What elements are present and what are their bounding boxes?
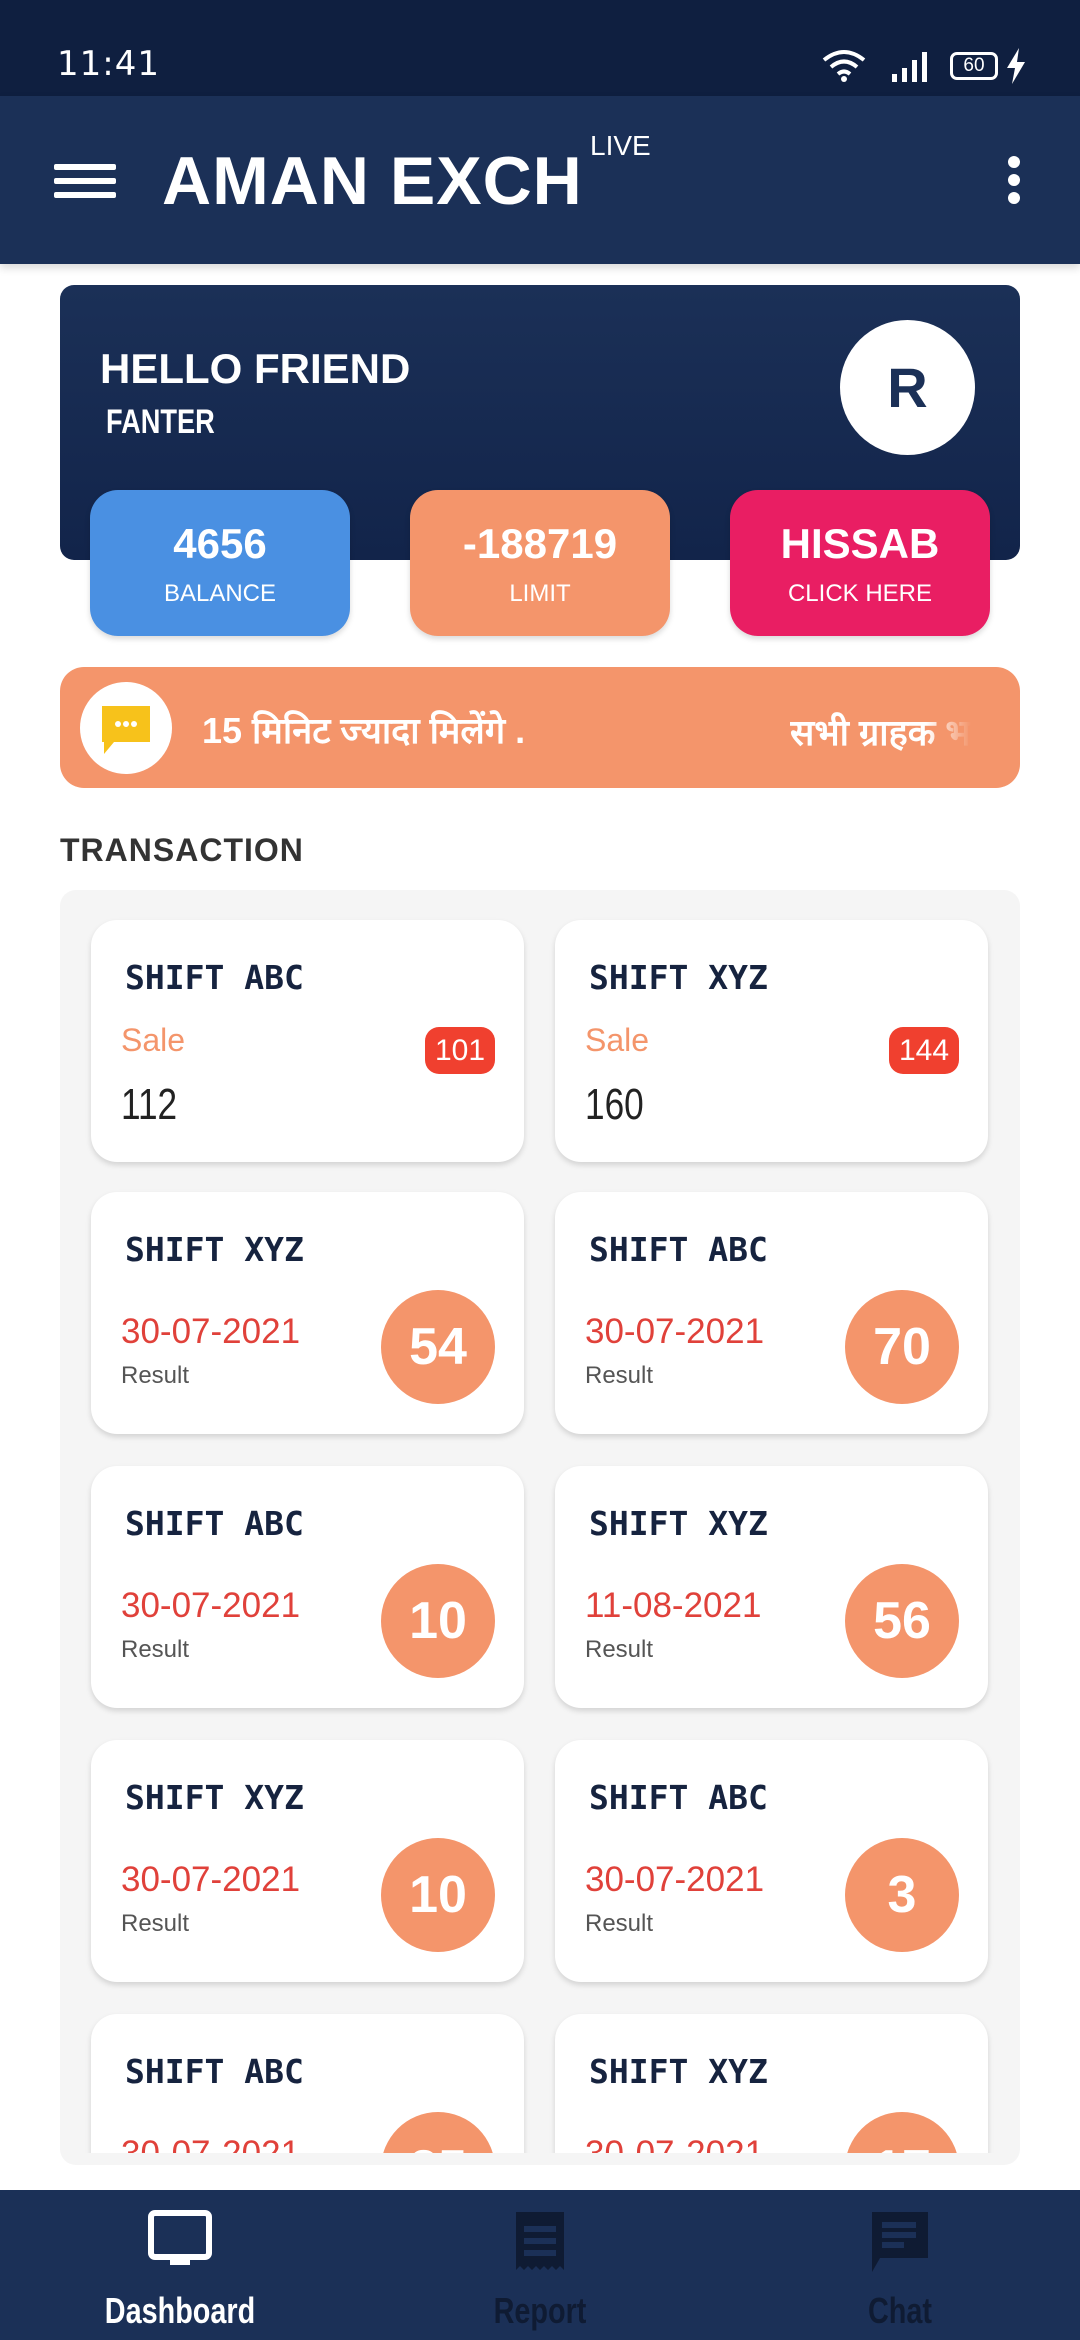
transaction-list[interactable]: SHIFT ABC Sale 112 101 SHIFT XYZ Sale 160…	[60, 890, 1020, 2153]
result-number: 17	[845, 2112, 959, 2153]
result-number: 10	[381, 1838, 495, 1952]
live-label: LIVE	[590, 130, 651, 161]
sale-label: Sale	[585, 1022, 650, 1058]
signal-icon	[892, 52, 927, 82]
app-bar: AMAN EXCH LIVE	[0, 96, 1080, 264]
result-label: Result	[585, 1636, 654, 1663]
result-date: 30-07-2021	[121, 1312, 301, 1351]
monitor-icon	[148, 2210, 212, 2265]
result-date: 30-07-2021	[585, 1312, 765, 1351]
result-number: 54	[381, 1290, 495, 1404]
nav-chat[interactable]: Chat	[720, 2190, 1080, 2340]
result-label: Result	[121, 1636, 190, 1663]
result-card[interactable]: SHIFT XYZ 30-07-2021 Result 54	[91, 1192, 524, 1434]
shift-name: SHIFT ABC	[125, 1504, 304, 1543]
battery-icon: 60	[950, 52, 998, 80]
sale-label: Sale	[121, 1022, 186, 1058]
result-card[interactable]: SHIFT ABC 30-07-2021 Result 25	[91, 2014, 524, 2153]
kebab-dot	[1008, 192, 1020, 204]
hissab-label: CLICK HERE	[787, 580, 933, 607]
balance-label: BALANCE	[163, 580, 277, 607]
result-date: 30-07-2021	[585, 1860, 765, 1899]
transaction-grid: SHIFT ABC Sale 112 101 SHIFT XYZ Sale 160…	[60, 890, 1020, 2165]
result-number: 10	[381, 1564, 495, 1678]
hissab-button[interactable]: HISSAB CLICK HERE	[730, 490, 990, 636]
result-number: 56	[845, 1564, 959, 1678]
bottom-nav: Dashboard Report Chat	[0, 2190, 1080, 2340]
shift-name: SHIFT ABC	[125, 2052, 304, 2091]
hissab-title: HISSAB	[780, 520, 940, 567]
result-date: 30-07-2021	[585, 2134, 764, 2153]
charging-icon	[1007, 48, 1025, 84]
section-title: TRANSACTION	[60, 832, 304, 868]
status-time: 11:41	[57, 44, 160, 84]
count-badge: 144	[889, 1027, 959, 1074]
limit-value: -188719	[462, 520, 618, 567]
result-date: 30-07-2021	[121, 1860, 301, 1899]
app-title: AMAN EXCH	[162, 143, 583, 219]
hamburger-line	[54, 178, 116, 184]
result-number: 25	[381, 2112, 495, 2153]
count-badge: 101	[425, 1027, 495, 1074]
status-bar: 11:41 60	[0, 0, 1080, 96]
result-card[interactable]: SHIFT ABC 30-07-2021 Result 3	[555, 1740, 988, 1982]
hamburger-line	[54, 192, 116, 198]
ticker-text: 15 मिनिट ज्यादा मिलेंगे .	[202, 710, 526, 751]
greeting: HELLO FRIEND	[100, 345, 411, 392]
nav-label: Dashboard	[104, 2290, 256, 2331]
sale-card[interactable]: SHIFT ABC Sale 112 101	[91, 920, 524, 1162]
result-label: Result	[121, 1910, 190, 1937]
result-date: 11-08-2021	[585, 1586, 762, 1625]
balance-value: 4656	[173, 520, 267, 567]
wifi-icon	[822, 50, 866, 82]
chat-icon	[872, 2212, 928, 2272]
nav-label: Chat	[868, 2290, 932, 2331]
receipt-icon	[516, 2212, 564, 2270]
shift-name: SHIFT ABC	[589, 1778, 768, 1817]
ticker-text-next: सभी ग्राहक भ	[790, 712, 971, 753]
announcement-ticker: 15 मिनिट ज्यादा मिलेंगे . सभी ग्राहक भ	[60, 667, 1020, 788]
result-card[interactable]: SHIFT XYZ 11-08-2021 Result 56	[555, 1466, 988, 1708]
shift-name: SHIFT XYZ	[589, 2052, 768, 2091]
result-card[interactable]: SHIFT ABC 30-07-2021 Result 70	[555, 1192, 988, 1434]
result-label: Result	[585, 1910, 654, 1937]
chat-bubble-icon	[80, 682, 172, 774]
sale-card[interactable]: SHIFT XYZ Sale 160 144	[555, 920, 988, 1162]
kebab-icon	[1008, 156, 1020, 168]
nav-dashboard[interactable]: Dashboard	[0, 2190, 360, 2340]
result-date: 30-07-2021	[121, 2134, 300, 2153]
hamburger-icon	[54, 164, 116, 170]
result-label: Result	[121, 1362, 190, 1389]
shift-name: SHIFT ABC	[589, 1230, 768, 1269]
sale-value: 160	[585, 1080, 644, 1129]
nav-report[interactable]: Report	[360, 2190, 720, 2340]
avatar[interactable]: R	[840, 320, 975, 455]
shift-name: SHIFT XYZ	[125, 1230, 304, 1269]
username: FANTER	[106, 403, 215, 441]
result-card[interactable]: SHIFT ABC 30-07-2021 Result 10	[91, 1466, 524, 1708]
shift-name: SHIFT XYZ	[125, 1778, 304, 1817]
result-date: 30-07-2021	[121, 1586, 301, 1625]
balance-button[interactable]: 4656 BALANCE	[90, 490, 350, 636]
sale-value: 112	[121, 1080, 178, 1129]
result-card[interactable]: SHIFT XYZ 30-07-2021 Result 17	[555, 2014, 988, 2153]
result-number: 70	[845, 1290, 959, 1404]
result-card[interactable]: SHIFT XYZ 30-07-2021 Result 10	[91, 1740, 524, 1982]
result-number: 3	[845, 1838, 959, 1952]
kebab-dot	[1008, 174, 1020, 186]
shift-name: SHIFT XYZ	[589, 1504, 768, 1543]
result-label: Result	[585, 1362, 654, 1389]
nav-label: Report	[493, 2290, 587, 2331]
limit-button[interactable]: -188719 LIMIT	[410, 490, 670, 636]
shift-name: SHIFT XYZ	[589, 958, 768, 997]
limit-label: LIMIT	[509, 580, 571, 607]
shift-name: SHIFT ABC	[125, 958, 304, 997]
